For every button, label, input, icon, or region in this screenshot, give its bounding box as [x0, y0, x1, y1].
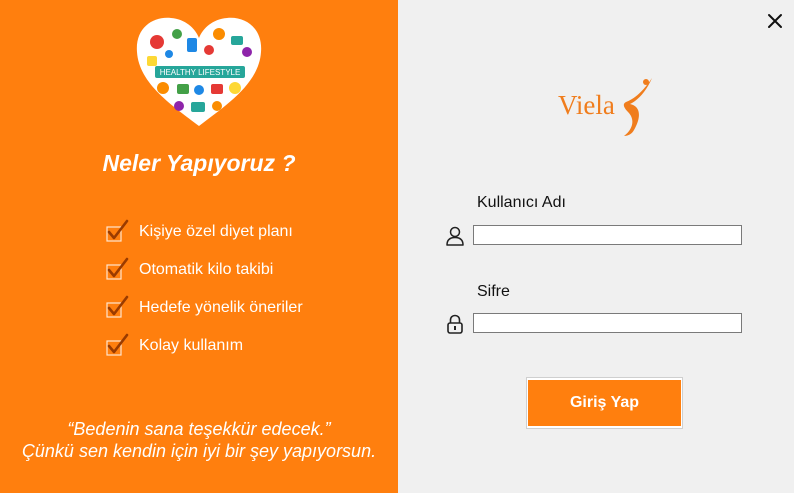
username-input[interactable]: [473, 225, 742, 245]
close-icon[interactable]: [762, 8, 788, 34]
password-input[interactable]: [473, 313, 742, 333]
logo-figure-icon: [623, 78, 652, 136]
user-icon: [446, 226, 464, 246]
features-heading: Neler Yapıyoruz ?: [102, 150, 296, 176]
password-label: Sifre: [477, 283, 510, 300]
quote-line-1: “Bedenin sana teşekkür edecek.”: [67, 419, 331, 439]
svg-text:HEALTHY LIFESTYLE: HEALTHY LIFESTYLE: [160, 68, 241, 77]
quote-line-2: Çünkü sen kendin için iyi bir şey yapıyo…: [21, 441, 377, 461]
checkmark-icon: [106, 257, 129, 280]
healthy-lifestyle-heart-icon: HEALTHY LIFESTYLE: [133, 14, 265, 130]
checkmark-icon: [106, 295, 129, 318]
feature-label: Kolay kullanım: [139, 337, 244, 354]
left-panel: HEALTHY LIFESTYLE Neler Yapıyoruz ? Kişi…: [0, 0, 398, 493]
login-button[interactable]: Giriş Yap: [528, 380, 681, 426]
username-label: Kullanıcı Adı: [477, 194, 566, 211]
viela-logo: Viela: [558, 74, 668, 140]
logo-text: Viela: [558, 90, 615, 120]
checkmark-icon: [106, 219, 129, 242]
feature-label: Kişiye özel diyet planı: [139, 223, 293, 240]
checkmark-icon: [106, 333, 129, 356]
lock-icon: [447, 314, 463, 334]
motivational-quote: “Bedenin sana teşekkür edecek.” Çünkü se…: [0, 418, 398, 462]
feature-label: Hedefe yönelik öneriler: [139, 299, 303, 316]
feature-label: Otomatik kilo takibi: [139, 261, 274, 278]
